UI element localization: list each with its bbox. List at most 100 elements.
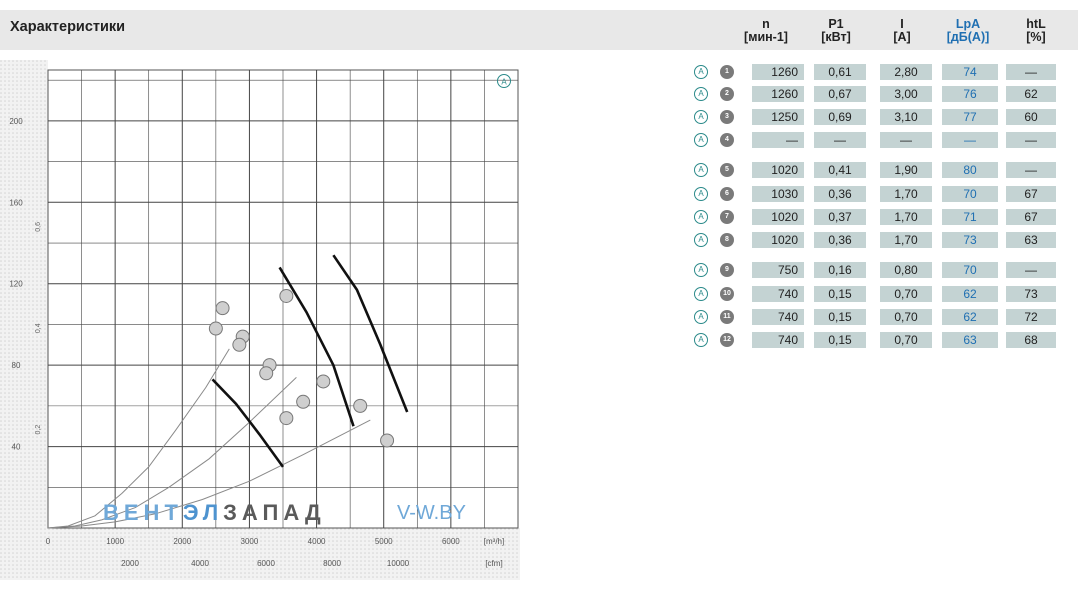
operating-point-number: 7 <box>720 210 734 224</box>
cell-p1: 0,15 <box>814 332 866 348</box>
curve-a-marker: A <box>694 287 708 301</box>
operating-point-number: 6 <box>720 187 734 201</box>
operating-point-number: 11 <box>720 310 734 324</box>
y-axis-strip <box>0 60 48 580</box>
table-row: A 7 1020 0,37 1,70 71 67 <box>694 209 1064 225</box>
operating-point-number: 12 <box>720 333 734 347</box>
cell-n: 1030 <box>752 186 804 202</box>
cell-htl: 72 <box>1006 309 1056 325</box>
table-row: A 8 1020 0,36 1,70 73 63 <box>694 232 1064 248</box>
table-row: A 4 — — — — — <box>694 132 1064 148</box>
cell-i: 1,70 <box>880 232 932 248</box>
cell-lpa: 74 <box>942 64 998 80</box>
operating-point-marker <box>208 321 223 336</box>
cell-htl: — <box>1006 262 1056 278</box>
cell-htl: 73 <box>1006 286 1056 302</box>
curve-a-marker: A <box>694 310 708 324</box>
operating-point <box>296 394 311 409</box>
cell-p1: 0,15 <box>814 309 866 325</box>
cell-p1: 0,67 <box>814 86 866 102</box>
x-tick-label-m3h: 3000 <box>241 537 259 546</box>
watermark-site: V-W.BY <box>397 502 466 524</box>
operating-point-number: 2 <box>720 87 734 101</box>
cell-lpa: 73 <box>942 232 998 248</box>
operating-point-marker <box>353 398 368 413</box>
cell-n: — <box>752 132 804 148</box>
operating-point-marker <box>232 337 247 352</box>
operating-point <box>316 374 331 389</box>
cell-p1: 0,36 <box>814 186 866 202</box>
cell-i: 3,10 <box>880 109 932 125</box>
curve-a-marker: A <box>694 163 708 177</box>
x-tick-label-cfm: 4000 <box>191 559 209 568</box>
cell-htl: — <box>1006 132 1056 148</box>
cell-htl: 62 <box>1006 86 1056 102</box>
operating-point-marker <box>380 433 395 448</box>
curve-a-marker: A <box>694 87 708 101</box>
y-tick-label-inwg: 0,6 <box>35 222 42 232</box>
x-tick-label-cfm: 6000 <box>257 559 275 568</box>
curve-a-marker: A <box>694 210 708 224</box>
table-row: A 10 740 0,15 0,70 62 73 <box>694 286 1064 302</box>
cell-i: 1,70 <box>880 186 932 202</box>
cell-i: 1,70 <box>880 209 932 225</box>
cell-htl: 68 <box>1006 332 1056 348</box>
operating-point <box>215 301 230 316</box>
cell-lpa: 70 <box>942 186 998 202</box>
y-tick-label-pa: 40 <box>12 443 21 452</box>
operating-point-number: 1 <box>720 65 734 79</box>
cell-htl: 67 <box>1006 209 1056 225</box>
page-title: Характеристики <box>10 19 126 35</box>
cell-i: 2,80 <box>880 64 932 80</box>
operating-point-marker <box>316 374 331 389</box>
x-tick-label-m3h: [m³/h] <box>484 537 504 546</box>
cell-htl: 63 <box>1006 232 1056 248</box>
operating-point-marker <box>296 394 311 409</box>
table-row: A 12 740 0,15 0,70 63 68 <box>694 332 1064 348</box>
table-row: A 3 1250 0,69 3,10 77 60 <box>694 109 1064 125</box>
operating-point-marker <box>215 301 230 316</box>
y-tick-label-inwg: 0,4 <box>35 323 42 333</box>
cell-lpa: 80 <box>942 162 998 178</box>
cell-htl: — <box>1006 162 1056 178</box>
cell-n: 740 <box>752 286 804 302</box>
operating-point <box>279 288 294 303</box>
x-tick-label-m3h: 4000 <box>308 537 326 546</box>
cell-n: 1020 <box>752 162 804 178</box>
operating-point <box>380 433 395 448</box>
x-tick-label-cfm: 8000 <box>323 559 341 568</box>
cell-p1: 0,69 <box>814 109 866 125</box>
cell-p1: 0,16 <box>814 262 866 278</box>
watermark: ВЕНТЭЛЗАПАД <box>103 500 326 525</box>
cell-lpa: 70 <box>942 262 998 278</box>
x-tick-label-cfm: [cfm] <box>485 559 502 568</box>
col-head-n: n [мин-1] <box>744 17 788 44</box>
curve-a-marker: A <box>694 333 708 347</box>
table-row: A 9 750 0,16 0,80 70 — <box>694 262 1064 278</box>
y-tick-label-pa: 120 <box>9 280 23 289</box>
x-tick-label-cfm: 2000 <box>121 559 139 568</box>
x-tick-label-m3h: 2000 <box>173 537 191 546</box>
x-axis-strip <box>48 528 520 580</box>
y-tick-label-pa: 200 <box>9 117 23 126</box>
cell-lpa: 77 <box>942 109 998 125</box>
x-tick-label-m3h: 6000 <box>442 537 460 546</box>
table-row: A 6 1030 0,36 1,70 70 67 <box>694 186 1064 202</box>
operating-point <box>353 398 368 413</box>
operating-point-marker <box>279 411 294 426</box>
cell-lpa: 62 <box>942 286 998 302</box>
operating-point-number: 3 <box>720 110 734 124</box>
operating-point-number: 4 <box>720 133 734 147</box>
cell-n: 1020 <box>752 209 804 225</box>
y-tick-label-pa: 80 <box>12 361 21 370</box>
col-head-lpa: LpA [дБ(A)] <box>946 17 990 44</box>
y-tick-label-inwg: 0,2 <box>35 425 42 435</box>
table-row: A 5 1020 0,41 1,90 80 — <box>694 162 1064 178</box>
cell-p1: 0,61 <box>814 64 866 80</box>
cell-n: 740 <box>752 309 804 325</box>
cell-n: 1250 <box>752 109 804 125</box>
cell-i: 0,70 <box>880 332 932 348</box>
curve-a-marker: A <box>694 133 708 147</box>
cell-n: 1260 <box>752 86 804 102</box>
operating-point <box>259 366 274 381</box>
